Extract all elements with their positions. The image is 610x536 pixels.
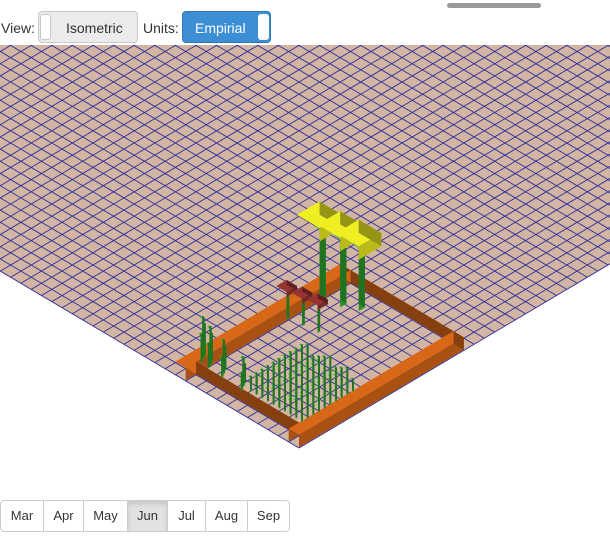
lettuce-leaf-side [278, 387, 281, 408]
lettuce-leaf-side [306, 395, 309, 418]
lettuce-leaf-side [352, 377, 354, 391]
lettuce-leaf-side [323, 395, 326, 408]
month-button-may[interactable]: May [83, 501, 127, 531]
lettuce-leaf-side [329, 391, 332, 405]
scroll-indicator [447, 3, 541, 8]
ground-grid [0, 45, 610, 449]
toggle-knob [40, 14, 51, 40]
lettuce-leaf-side [289, 398, 292, 415]
lettuce-leaf-side [250, 375, 252, 391]
month-button-mar[interactable]: Mar [1, 501, 43, 531]
lettuce-leaf-side [267, 386, 269, 401]
lettuce-leaf-side [318, 398, 320, 411]
toggle-knob [258, 14, 269, 40]
toolbar: View: Isometric Units: Empirial [0, 0, 610, 46]
view-toggle[interactable]: Isometric [38, 11, 138, 43]
month-selector: Mar Apr May Jun Jul Aug Sep [0, 500, 290, 532]
month-button-aug[interactable]: Aug [205, 501, 247, 531]
lettuce-leaf-side [284, 398, 286, 411]
month-button-jun[interactable]: Jun [127, 501, 167, 531]
garden-isometric-canvas[interactable] [0, 45, 610, 455]
lettuce-leaf-side [335, 388, 337, 401]
lettuce-leaf-side [340, 384, 343, 398]
sprout-leaf-side [240, 372, 243, 390]
units-value: Empirial [195, 20, 246, 36]
lettuce-leaf-side [272, 386, 275, 405]
sprout-leaf-side [200, 332, 203, 362]
view-label: View: [1, 20, 35, 36]
units-label: Units: [143, 20, 179, 36]
view-value: Isometric [66, 20, 123, 36]
month-button-jul[interactable]: Jul [167, 501, 205, 531]
lettuce-leaf-side [295, 398, 298, 418]
month-button-sep[interactable]: Sep [247, 501, 289, 531]
lettuce-leaf-side [312, 402, 315, 415]
units-toggle[interactable]: Empirial [182, 11, 271, 43]
lettuce-leaf-side [255, 375, 258, 395]
sprout-leaf-side [207, 342, 210, 368]
lettuce-leaf-side [301, 398, 303, 421]
lettuce-leaf-side [261, 375, 264, 398]
lettuce-leaf-side [346, 381, 349, 395]
sprout-leaf-side [221, 355, 224, 377]
month-button-apr[interactable]: Apr [43, 501, 83, 531]
